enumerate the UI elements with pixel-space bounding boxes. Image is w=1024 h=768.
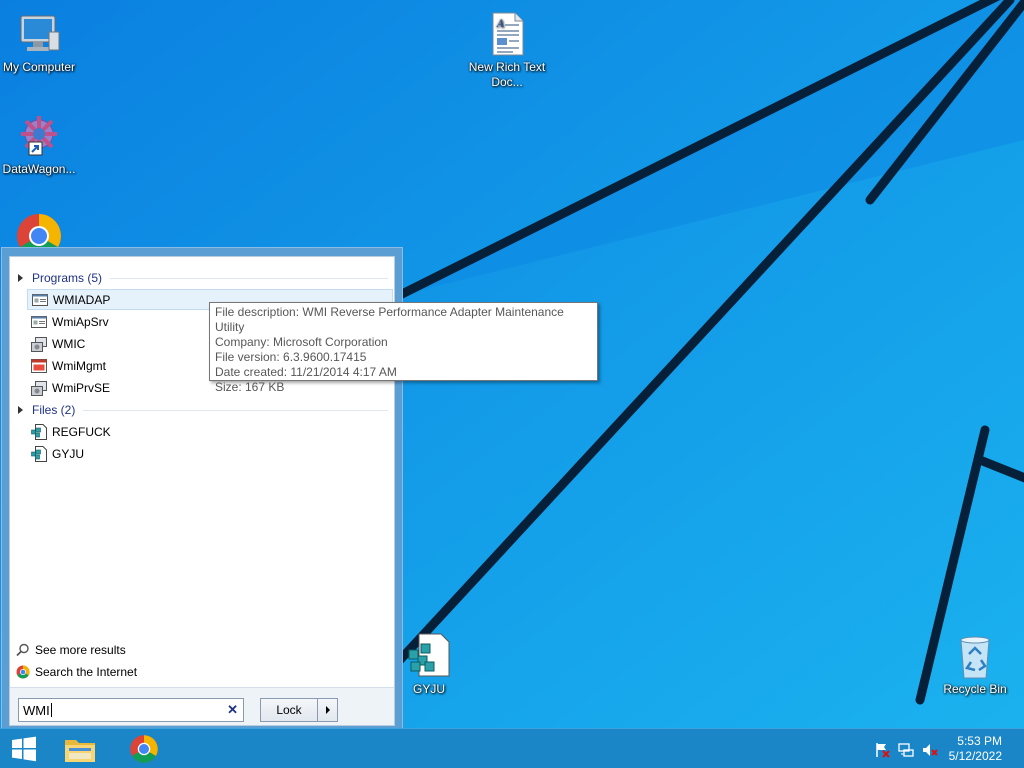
- registry-file-icon: [31, 423, 47, 440]
- search-input[interactable]: WMI ✕: [18, 698, 244, 722]
- svg-text:A: A: [496, 19, 504, 30]
- file-info-tooltip: File description: WMI Reverse Performanc…: [209, 302, 598, 394]
- app-window-icon: [31, 315, 47, 328]
- search-query-text: WMI: [23, 702, 50, 718]
- divider: [110, 277, 388, 279]
- desktop-icon-datawagon[interactable]: DataWagon...: [0, 112, 81, 177]
- result-item-label: WmiPrvSE: [52, 380, 110, 395]
- taskbar-clock[interactable]: 5:53 PM 5/12/2022: [949, 734, 1002, 764]
- document-icon: A: [492, 12, 524, 56]
- registry-file-icon: [31, 445, 47, 462]
- tooltip-line: Size: 167 KB: [215, 380, 285, 394]
- desktop-icon-label: New Rich Text Doc...: [468, 60, 546, 89]
- tooltip-line: File description: WMI Reverse Performanc…: [215, 305, 564, 334]
- result-item-gyju[interactable]: GYJU: [27, 443, 393, 464]
- result-item-label: WMIC: [52, 336, 86, 351]
- lock-button[interactable]: Lock: [260, 698, 338, 722]
- registry-file-icon: [408, 633, 450, 677]
- group-header-programs[interactable]: Programs (5): [18, 269, 388, 287]
- result-item-regfuck[interactable]: REGFUCK: [27, 421, 393, 442]
- desktop-icon-label: DataWagon...: [2, 162, 76, 176]
- chrome-icon: [130, 735, 158, 763]
- console-app-icon: [31, 336, 47, 352]
- lock-button-label: Lock: [276, 703, 302, 717]
- see-more-results-label: See more results: [35, 643, 126, 657]
- network-icon[interactable]: [898, 742, 914, 758]
- taskbar-file-explorer[interactable]: [60, 732, 100, 766]
- search-internet-label: Search the Internet: [35, 665, 138, 679]
- desktop-icon-recycle-bin[interactable]: Recycle Bin: [933, 632, 1017, 697]
- magnifier-icon: [16, 643, 29, 657]
- taskbar: 5:53 PM 5/12/2022: [0, 728, 1024, 768]
- file-explorer-icon: [65, 740, 95, 762]
- search-internet-link[interactable]: Search the Internet: [16, 662, 137, 682]
- app-window-icon: [32, 293, 48, 306]
- clock-date: 5/12/2022: [948, 749, 1002, 763]
- text-caret: [50, 703, 52, 717]
- desktop-icon-my-computer[interactable]: My Computer: [0, 10, 81, 75]
- tooltip-line: Date created: 11/21/2014 4:17 AM: [215, 365, 397, 379]
- result-item-label: GYJU: [52, 446, 85, 461]
- clear-search-icon[interactable]: ✕: [227, 702, 238, 718]
- lock-button-main[interactable]: Lock: [261, 699, 318, 721]
- start-button[interactable]: [4, 732, 44, 766]
- shutdown-options-arrow-icon[interactable]: [318, 699, 337, 721]
- group-header-label: Programs (5): [32, 271, 103, 285]
- recycle-bin-icon: [960, 636, 990, 679]
- search-bar: WMI ✕ Lock: [10, 687, 394, 725]
- taskbar-chrome[interactable]: [124, 732, 164, 766]
- desktop-icon-new-rich-text-doc[interactable]: A New Rich Text Doc...: [465, 10, 549, 90]
- mmc-icon: [31, 358, 47, 373]
- volume-muted-icon[interactable]: [922, 742, 938, 758]
- expand-triangle-icon: [18, 274, 23, 282]
- action-center-flag-icon[interactable]: [874, 742, 890, 758]
- group-header-files[interactable]: Files (2): [18, 401, 388, 419]
- result-item-label: WmiMgmt: [52, 358, 106, 373]
- chrome-icon: [16, 665, 30, 679]
- result-item-label: REGFUCK: [52, 424, 111, 439]
- desktop-icon-label: My Computer: [2, 60, 76, 74]
- desktop-icon-label: Recycle Bin: [943, 682, 1007, 696]
- computer-icon: [20, 15, 60, 51]
- result-item-label: WMIADAP: [53, 292, 111, 307]
- expand-triangle-icon: [18, 406, 23, 414]
- clock-time: 5:53 PM: [957, 734, 1002, 748]
- group-header-label: Files (2): [32, 403, 76, 417]
- console-app-icon: [31, 380, 47, 396]
- gear-shortcut-icon: [21, 116, 57, 156]
- see-more-results-link[interactable]: See more results: [16, 640, 126, 660]
- result-item-label: WmiApSrv: [52, 314, 109, 329]
- tooltip-line: File version: 6.3.9600.17415: [215, 350, 367, 364]
- divider: [83, 409, 388, 411]
- tooltip-line: Company: Microsoft Corporation: [215, 335, 388, 349]
- windows-start-icon: [12, 736, 36, 762]
